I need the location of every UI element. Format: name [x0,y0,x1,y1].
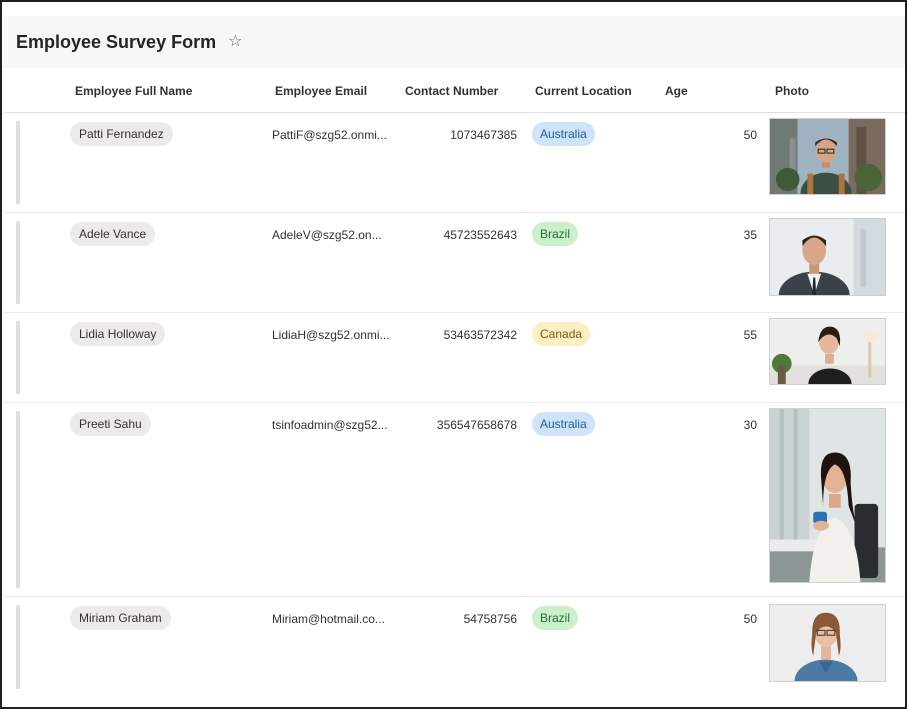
contact-number-cell: 356547658678 [436,418,517,432]
age-cell: 55 [743,328,757,342]
person-photo-icon[interactable] [769,604,886,682]
row-selector[interactable] [16,321,20,394]
age-cell: 50 [743,612,757,626]
location-pill: Australia [532,122,595,146]
employee-email-cell: tsinfoadmin@szg52... [272,418,388,432]
column-header-contact[interactable]: Contact Number [405,84,498,98]
contact-number-cell: 45723552643 [443,228,517,242]
employee-name-pill[interactable]: Lidia Holloway [70,322,166,346]
employee-name-pill[interactable]: Miriam Graham [70,606,171,630]
page-title: Employee Survey Form [16,31,217,52]
employee-name-pill[interactable]: Patti Fernandez [70,122,173,146]
employee-email-cell: PattiF@szg52.onmi... [272,128,387,142]
person-photo-icon[interactable] [769,118,886,195]
age-cell: 30 [743,418,757,432]
location-pill: Australia [532,412,595,436]
employee-name-pill[interactable]: Adele Vance [70,222,156,246]
column-header-email[interactable]: Employee Email [275,84,367,98]
age-cell: 35 [743,228,757,242]
column-header-row: Employee Full Name Employee Email Contac… [4,68,905,113]
column-header-photo[interactable]: Photo [775,84,809,98]
table-row[interactable]: Adele Vance AdeleV@szg52.on... 457235526… [4,213,905,313]
contact-number-cell: 53463572342 [443,328,517,342]
row-selector[interactable] [16,221,20,304]
row-selector[interactable] [16,411,20,588]
employee-name-pill[interactable]: Preeti Sahu [70,412,151,436]
contact-number-cell: 1073467385 [450,128,517,142]
table-row[interactable]: Preeti Sahu tsinfoadmin@szg52... 3565476… [4,403,905,597]
location-pill: Brazil [532,222,579,246]
location-pill: Brazil [532,606,579,630]
table-row[interactable]: Patti Fernandez PattiF@szg52.onmi... 107… [4,113,905,213]
person-photo-icon[interactable] [769,318,886,385]
row-selector[interactable] [16,121,20,204]
column-header-full-name[interactable]: Employee Full Name [75,84,192,98]
row-selector[interactable] [16,605,20,689]
contact-number-cell: 54758756 [463,612,517,626]
table-row[interactable]: Lidia Holloway LidiaH@szg52.onmi... 5346… [4,313,905,403]
age-cell: 50 [743,128,757,142]
app-frame: Employee Survey Form ☆ Employee Full Nam… [0,0,907,709]
person-photo-icon[interactable] [769,408,886,583]
column-header-location[interactable]: Current Location [535,84,632,98]
location-pill: Canada [532,322,591,346]
person-photo-icon[interactable] [769,218,886,296]
table-row[interactable]: Miriam Graham Miriam@hotmail.co... 54758… [4,597,905,697]
column-header-age[interactable]: Age [665,84,688,98]
favorite-star-icon[interactable]: ☆ [228,34,242,50]
list-title-bar: Employee Survey Form ☆ [4,16,905,68]
employee-email-cell: LidiaH@szg52.onmi... [272,328,390,342]
employee-email-cell: Miriam@hotmail.co... [272,612,385,626]
employee-email-cell: AdeleV@szg52.on... [272,228,382,242]
